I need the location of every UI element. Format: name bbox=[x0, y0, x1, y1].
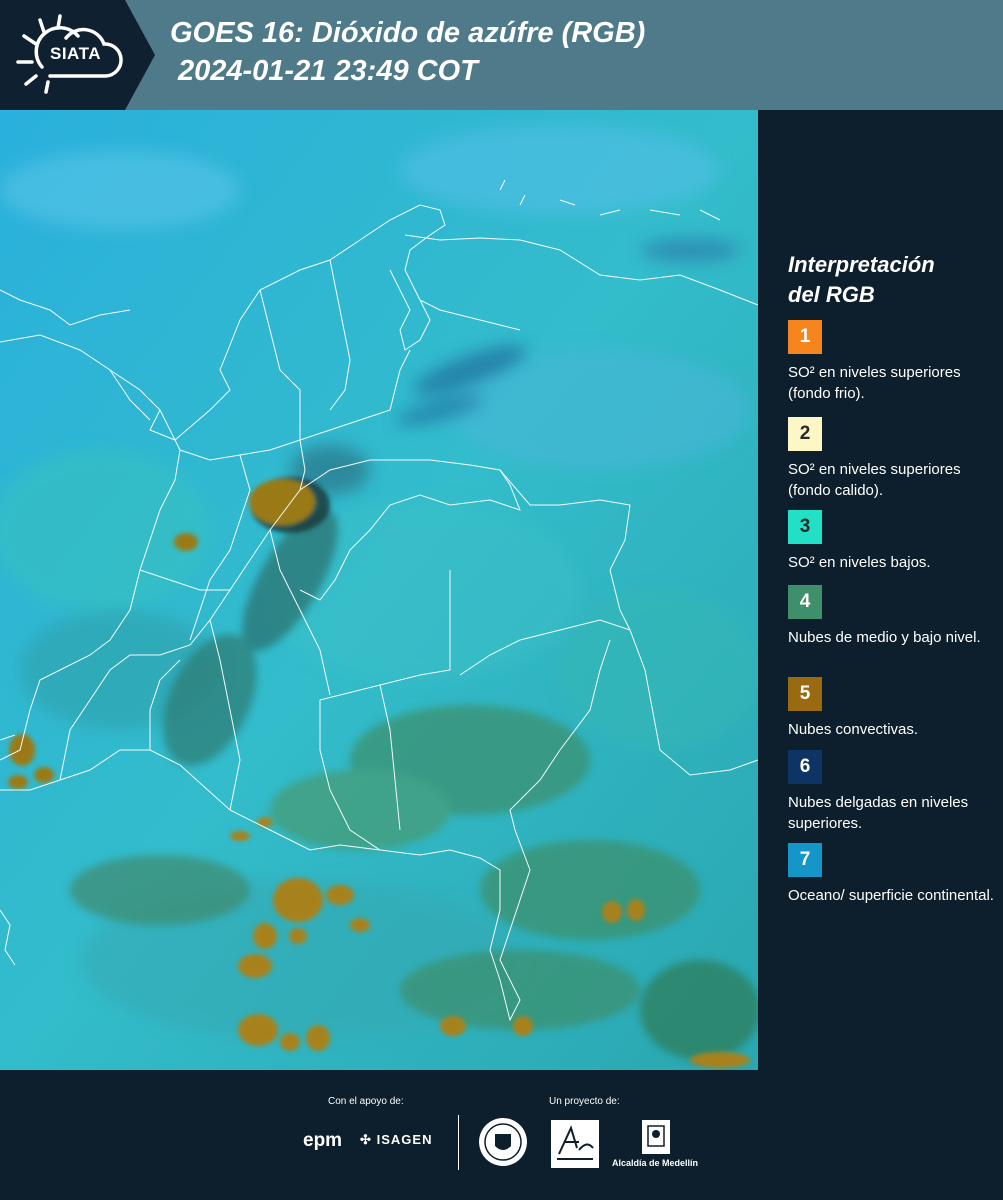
page-title: GOES 16: Dióxido de azúfre (RGB) 2024-01… bbox=[170, 14, 645, 90]
medellin-seal-icon[interactable] bbox=[477, 1116, 529, 1168]
legend-text-4: Nubes de medio y bajo nivel. bbox=[788, 629, 981, 646]
legend-swatch-2: 2 bbox=[788, 417, 822, 451]
title-line-1: GOES 16: Dióxido de azúfre (RGB) bbox=[170, 17, 646, 49]
legend-title: Interpretación del RGB bbox=[788, 250, 935, 310]
satellite-map[interactable] bbox=[0, 110, 758, 1070]
isagen-logo-text: ISAGEN bbox=[376, 1132, 433, 1147]
alcaldia-shield-icon[interactable] bbox=[640, 1118, 672, 1156]
alcaldia-label: Alcaldía de Medellín bbox=[612, 1158, 699, 1168]
header-bar: SIATA GOES 16: Dióxido de azúfre (RGB) 2… bbox=[0, 0, 1003, 110]
siata-logo-text: SIATA bbox=[50, 44, 101, 63]
legend-swatch-7: 7 bbox=[788, 843, 822, 877]
isagen-icon: ✣ bbox=[360, 1132, 372, 1147]
legend-item-3: 3 SO² en niveles bajos. bbox=[788, 510, 998, 573]
legend-item-6: 6 Nubes delgadas en niveles superiores. bbox=[788, 750, 998, 834]
legend-swatch-4: 4 bbox=[788, 585, 822, 619]
legend-swatch-5: 5 bbox=[788, 677, 822, 711]
legend-text-5: Nubes convectivas. bbox=[788, 721, 919, 738]
support-label: Con el apoyo de: bbox=[328, 1096, 404, 1107]
project-label: Un proyecto de: bbox=[549, 1096, 620, 1107]
legend-item-4: 4 Nubes de medio y bajo nivel. bbox=[788, 585, 998, 648]
legend-item-5: 5 Nubes convectivas. bbox=[788, 677, 998, 740]
legend-text-3: SO² en niveles bajos. bbox=[788, 554, 931, 571]
legend-title-line-1: Interpretación bbox=[788, 252, 935, 277]
legend-item-1: 1 SO² en niveles superiores (fondo frio)… bbox=[788, 320, 998, 404]
legend-swatch-6: 6 bbox=[788, 750, 822, 784]
legend-title-line-2: del RGB bbox=[788, 282, 875, 307]
title-timestamp: 2024-01-21 23:49 COT bbox=[178, 55, 478, 87]
legend-item-7: 7 Oceano/ superficie continental. bbox=[788, 843, 998, 906]
isagen-logo[interactable]: ✣ ISAGEN bbox=[360, 1132, 432, 1148]
footer-divider bbox=[458, 1115, 459, 1170]
epm-logo[interactable]: epm bbox=[303, 1130, 342, 1152]
legend-text-1: SO² en niveles superiores (fondo frio). bbox=[788, 364, 961, 402]
siata-logo[interactable]: SIATA bbox=[0, 0, 155, 110]
epm-logo-text: epm bbox=[303, 1130, 343, 1151]
legend-item-2: 2 SO² en niveles superiores (fondo calid… bbox=[788, 417, 998, 515]
legend-text-7: Oceano/ superficie continental. bbox=[788, 887, 994, 904]
footer: Con el apoyo de: epm ✣ ISAGEN Un proyect… bbox=[0, 1070, 1003, 1200]
satellite-image bbox=[0, 110, 758, 1070]
legend-panel: Interpretación del RGB 1 SO² en niveles … bbox=[758, 110, 1003, 1070]
legend-text-6: Nubes delgadas en niveles superiores. bbox=[788, 794, 969, 832]
legend-swatch-1: 1 bbox=[788, 320, 822, 354]
area-metropolitana-logo[interactable] bbox=[551, 1120, 599, 1168]
legend-swatch-3: 3 bbox=[788, 510, 822, 544]
legend-text-2: SO² en niveles superiores (fondo calido)… bbox=[788, 461, 961, 499]
